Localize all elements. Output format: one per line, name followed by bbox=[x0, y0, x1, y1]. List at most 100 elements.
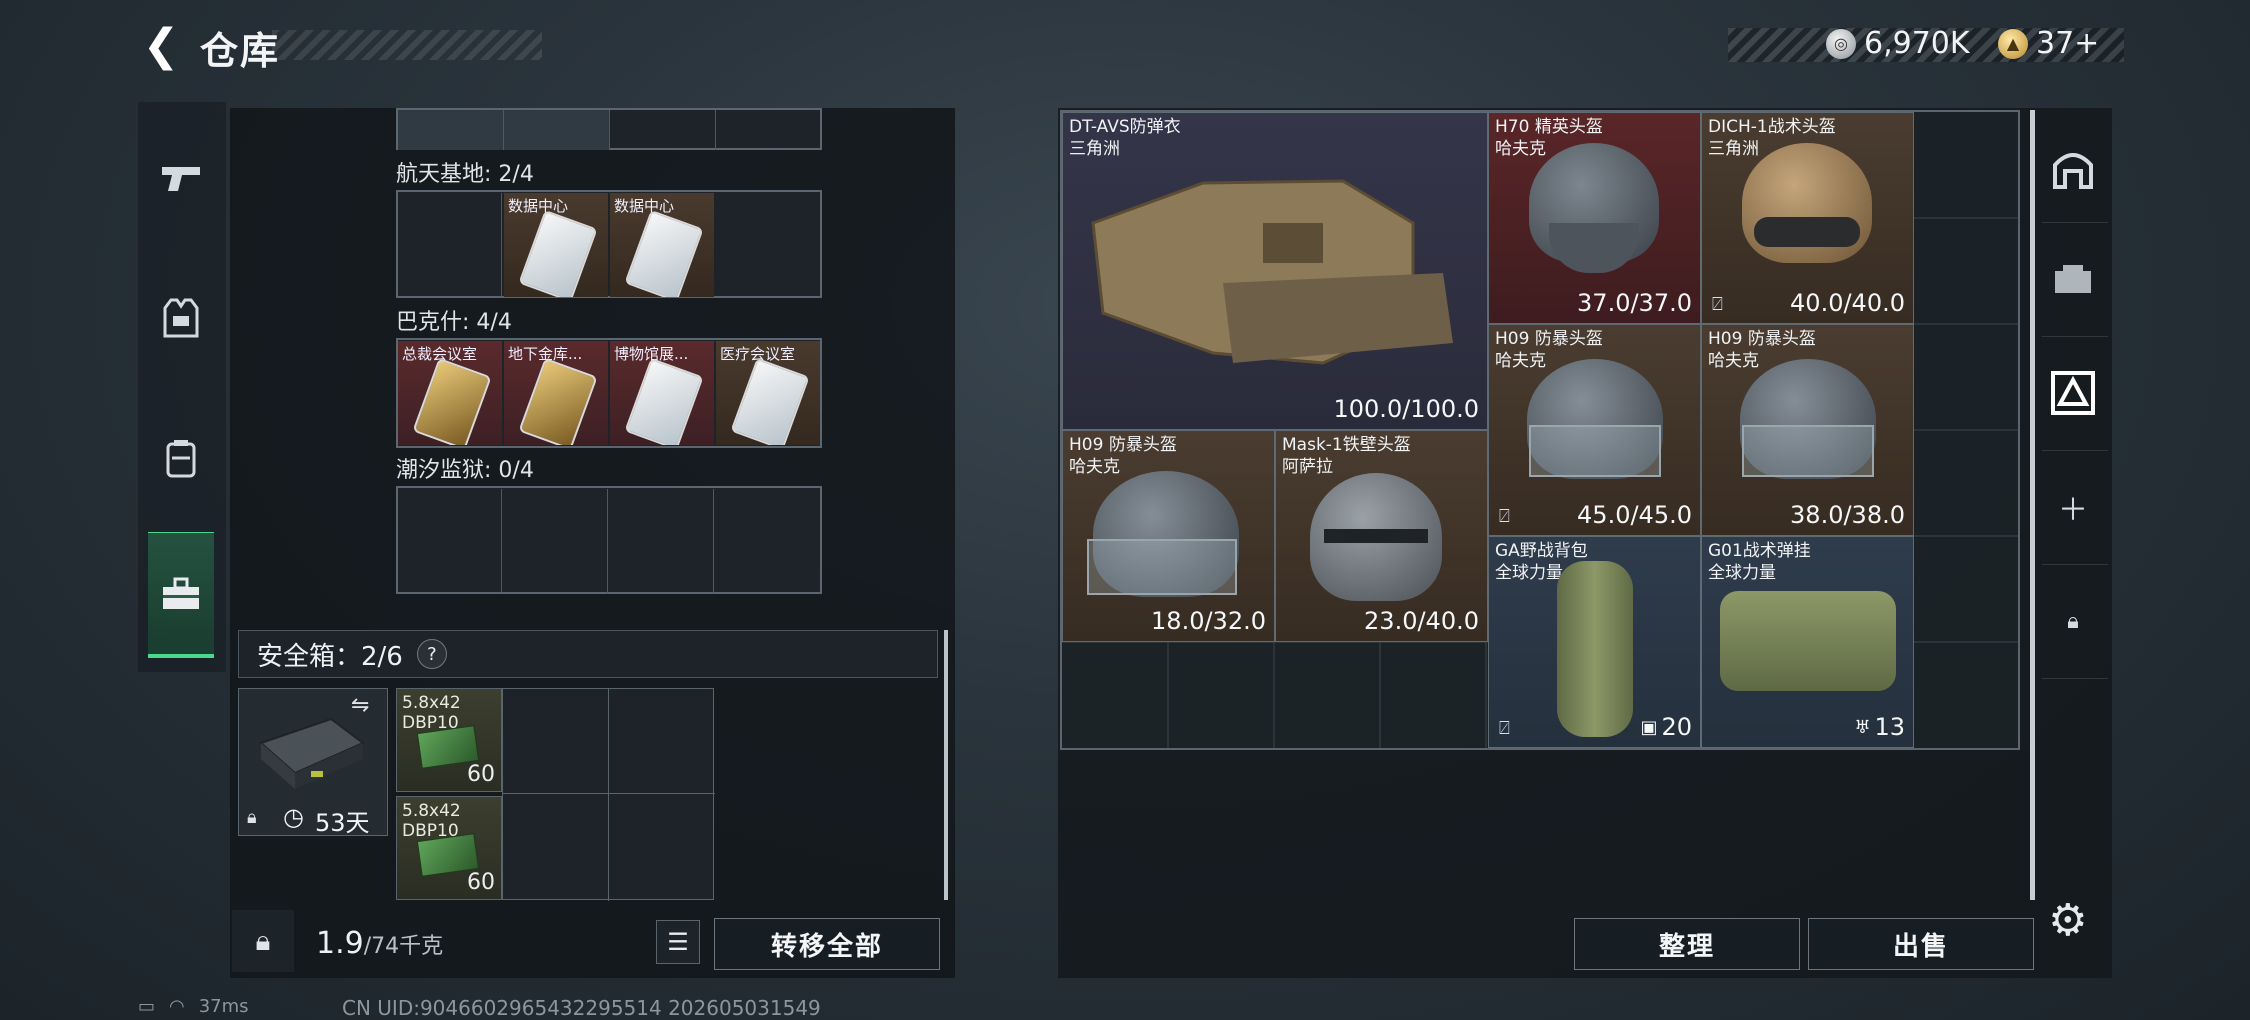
toolbox-icon bbox=[163, 577, 199, 609]
keycard-item[interactable]: 总裁会议室 bbox=[398, 341, 502, 445]
empty-key-slot[interactable] bbox=[716, 489, 820, 593]
sidebar-divider bbox=[2042, 222, 2108, 223]
stash-item-backpack[interactable]: GA野战背包 全球力量 ⍁ ▣ 20 bbox=[1488, 536, 1701, 748]
no-insure-icon: ⍁ bbox=[1712, 294, 1723, 315]
capacity-icon: ▣ bbox=[1640, 716, 1658, 738]
add-tab-button[interactable]: ＋ bbox=[2042, 472, 2104, 542]
plus-icon: ＋ bbox=[2058, 493, 2088, 528]
grid-cell bbox=[504, 110, 610, 150]
keycard-icon bbox=[412, 357, 492, 445]
nav-backpack[interactable] bbox=[148, 398, 214, 518]
key-grid-region-3 bbox=[396, 486, 822, 594]
visor-slit-icon bbox=[1324, 529, 1428, 543]
item-durability: 40.0/40.0 bbox=[1790, 289, 1905, 317]
key-grid-region-2: 总裁会议室 地下金库... 博物馆展... 医疗会议室 bbox=[396, 338, 822, 448]
weight-lock-button[interactable]: 🔒︎ bbox=[232, 910, 294, 972]
keycard-item[interactable]: 医疗会议室 bbox=[716, 341, 820, 445]
stash-item-helmet[interactable]: H09 防暴头盔 哈夫克 18.0/32.0 bbox=[1062, 430, 1275, 642]
keycard-item[interactable]: 地下金库... bbox=[504, 341, 608, 445]
capacity-icon: ♅ bbox=[1854, 716, 1871, 738]
empty-key-slot[interactable] bbox=[398, 193, 502, 297]
chest-rig-icon bbox=[1720, 591, 1896, 691]
item-name: DT-AVS防弹衣 bbox=[1069, 117, 1181, 137]
gold-currency[interactable]: ▲ 37+ bbox=[1998, 26, 2099, 61]
sidebar-divider bbox=[2042, 336, 2108, 337]
keycard-item[interactable]: 数据中心 bbox=[504, 193, 608, 297]
stash-item-armor[interactable]: DT-AVS防弹衣 三角洲 100.0/100.0 bbox=[1062, 112, 1488, 430]
transfer-all-button[interactable]: 转移全部 bbox=[714, 918, 940, 970]
stash-item-helmet[interactable]: H09 防暴头盔 哈夫克 38.0/38.0 bbox=[1701, 324, 1914, 536]
locked-tab[interactable]: 🔒︎ bbox=[2042, 586, 2104, 656]
safe-case-item[interactable]: ⇋ 🔒︎ ◷ 53天 bbox=[238, 688, 388, 837]
silver-coin-icon: ◎ bbox=[1826, 28, 1856, 59]
item-capacity: ♅ 13 bbox=[1854, 713, 1905, 741]
region-label: 巴克什: 4/4 bbox=[396, 310, 512, 335]
stash-item-helmet[interactable]: H70 精英头盔 哈夫克 37.0/37.0 bbox=[1488, 112, 1701, 324]
empty-key-slot[interactable] bbox=[504, 489, 608, 593]
empty-key-slot[interactable] bbox=[716, 193, 820, 297]
silver-currency[interactable]: ◎ 6,970K bbox=[1826, 26, 1970, 61]
wifi-icon: ◠ bbox=[169, 996, 185, 1017]
nav-equipment[interactable] bbox=[148, 258, 214, 378]
list-icon: ☰ bbox=[667, 928, 689, 956]
keycard-label: 数据中心 bbox=[508, 197, 569, 215]
empty-key-slot[interactable] bbox=[610, 489, 714, 593]
stash-tab-camera[interactable] bbox=[2042, 244, 2104, 314]
back-arrow-icon: ❮ bbox=[142, 19, 180, 71]
nav-keys[interactable] bbox=[148, 532, 214, 658]
stash-item-helmet[interactable]: DICH-1战术头盔 三角洲 ⍁ 40.0/40.0 bbox=[1701, 112, 1914, 324]
stash-item-helmet[interactable]: Mask-1铁壁头盔 阿萨拉 23.0/40.0 bbox=[1275, 430, 1488, 642]
item-name: GA野战背包 bbox=[1495, 541, 1588, 561]
stash-tab-home[interactable] bbox=[2042, 134, 2104, 204]
gold-coin-icon: ▲ bbox=[1998, 28, 2028, 59]
key-grid-region-1: 数据中心 数据中心 bbox=[396, 190, 822, 298]
sell-button[interactable]: 出售 bbox=[1808, 918, 2034, 970]
keycard-item[interactable]: 数据中心 bbox=[610, 193, 714, 297]
sidebar-divider bbox=[2042, 678, 2108, 679]
ammo-item[interactable]: 5.8x42 DBP10 60 bbox=[396, 796, 502, 900]
weight-max: /74千克 bbox=[363, 934, 444, 959]
item-durability: 37.0/37.0 bbox=[1577, 289, 1692, 317]
right-scrollbar[interactable] bbox=[2030, 110, 2035, 900]
swap-icon[interactable]: ⇋ bbox=[351, 693, 369, 718]
left-scrollbar[interactable] bbox=[944, 630, 948, 900]
ammo-name: 5.8x42 DBP10 bbox=[402, 801, 461, 841]
no-insure-icon: ⍁ bbox=[1499, 718, 1510, 739]
goggles-icon bbox=[1754, 217, 1860, 247]
settings-button[interactable]: ⚙ bbox=[2048, 895, 2087, 946]
keycard-icon bbox=[518, 209, 598, 297]
nav-weapons[interactable] bbox=[148, 118, 214, 238]
item-faction: 哈夫克 bbox=[1495, 139, 1546, 159]
safe-days-remaining: 53天 bbox=[315, 809, 370, 837]
timer-clock-icon: ◷ bbox=[283, 803, 304, 831]
keycard-icon bbox=[624, 357, 704, 445]
title-stripe bbox=[272, 30, 542, 60]
stash-item-chest-rig[interactable]: G01战术弹挂 全球力量 ♅ 13 bbox=[1701, 536, 1914, 748]
silver-amount: 6,970K bbox=[1864, 26, 1970, 61]
item-capacity: ▣ 20 bbox=[1640, 713, 1692, 741]
lock-icon: 🔒︎ bbox=[2067, 608, 2079, 634]
list-view-button[interactable]: ☰ bbox=[656, 920, 700, 964]
organize-button[interactable]: 整理 bbox=[1574, 918, 1800, 970]
region-label: 航天基地: 2/4 bbox=[396, 162, 534, 187]
item-durability: 38.0/38.0 bbox=[1790, 501, 1905, 529]
ammo-count: 60 bbox=[467, 762, 495, 787]
ammo-item[interactable]: 5.8x42 DBP10 60 bbox=[396, 688, 502, 792]
safe-empty-slots[interactable] bbox=[502, 688, 715, 901]
grid-divider bbox=[503, 793, 715, 794]
stash-item-helmet[interactable]: H09 防暴头盔 哈夫克 ⍁ 45.0/45.0 bbox=[1488, 324, 1701, 536]
back-button[interactable]: ❮ bbox=[138, 19, 184, 71]
warehouse-icon bbox=[2053, 153, 2093, 189]
help-icon[interactable]: ? bbox=[416, 639, 447, 669]
item-faction: 阿萨拉 bbox=[1282, 457, 1333, 477]
backpack-icon bbox=[1557, 561, 1633, 737]
empty-key-slot[interactable] bbox=[398, 489, 502, 593]
item-faction: 哈夫克 bbox=[1708, 351, 1759, 371]
key-grid-partial bbox=[396, 108, 822, 150]
status-bar: ▭ ◠ 37ms bbox=[138, 996, 249, 1017]
armor-filter-icon bbox=[2051, 371, 2095, 415]
keycard-item[interactable]: 博物馆展... bbox=[610, 341, 714, 445]
stash-tab-armor[interactable] bbox=[2042, 358, 2104, 428]
grid-cell bbox=[610, 110, 716, 150]
safe-box-label: 安全箱：2/6 bbox=[257, 641, 403, 672]
